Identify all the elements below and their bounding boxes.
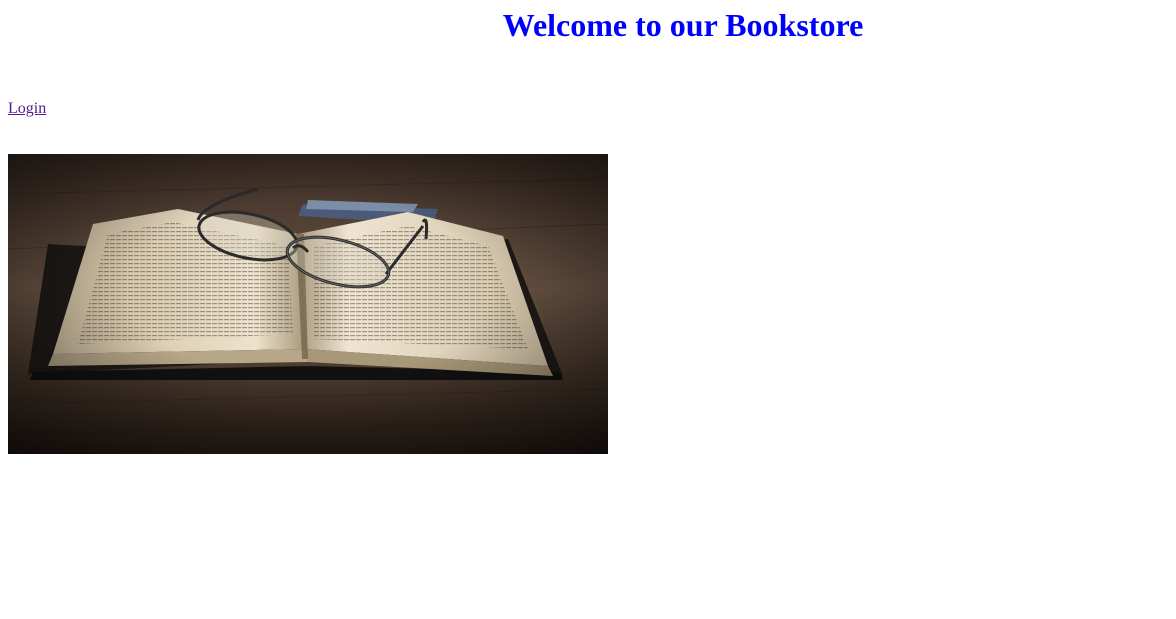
hero-image	[8, 154, 608, 454]
book-photo-icon	[8, 154, 608, 454]
login-link[interactable]: Login	[8, 100, 46, 118]
page-title: Welcome to our Bookstore	[502, 7, 864, 43]
